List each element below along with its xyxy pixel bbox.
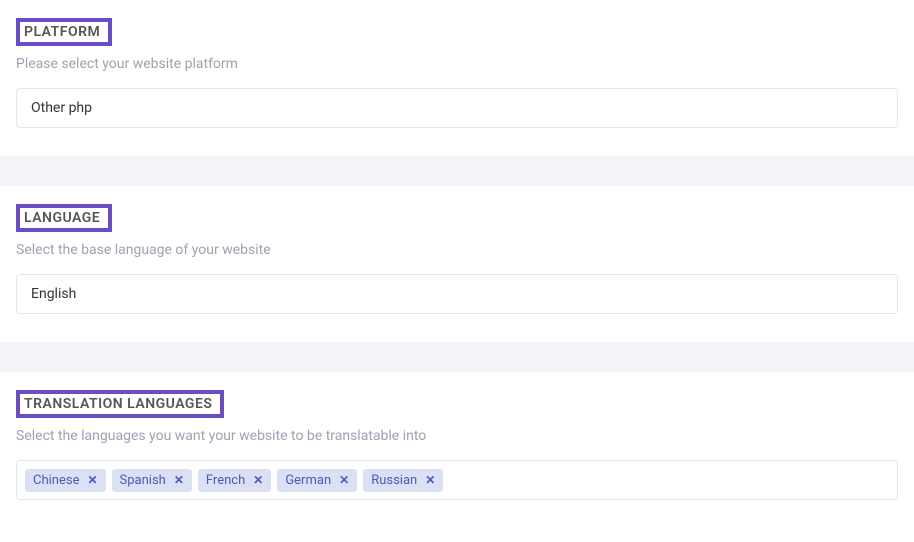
language-tag[interactable]: Russian ✕ <box>363 469 443 492</box>
language-tag-label: Russian <box>371 473 417 488</box>
language-tag-label: Chinese <box>33 473 79 488</box>
language-tag[interactable]: Chinese ✕ <box>25 469 106 492</box>
language-section: LANGUAGE Select the base language of you… <box>0 186 914 342</box>
translation-tag-input[interactable]: Chinese ✕ Spanish ✕ French ✕ German ✕ Russian ✕ <box>16 460 898 500</box>
language-select[interactable]: English <box>16 274 898 314</box>
translation-subheading: Select the languages you want your websi… <box>16 428 898 444</box>
platform-subheading: Please select your website platform <box>16 56 898 72</box>
close-icon[interactable]: ✕ <box>87 474 97 486</box>
translation-section: TRANSLATION LANGUAGES Select the languag… <box>0 372 914 528</box>
language-tag-label: French <box>206 473 245 488</box>
platform-select[interactable]: Other php <box>16 88 898 128</box>
platform-select-value: Other php <box>31 100 92 116</box>
close-icon[interactable]: ✕ <box>425 474 435 486</box>
close-icon[interactable]: ✕ <box>253 474 263 486</box>
close-icon[interactable]: ✕ <box>174 474 184 486</box>
language-tag[interactable]: Spanish ✕ <box>112 469 192 492</box>
language-tag[interactable]: German ✕ <box>277 469 357 492</box>
language-tag-label: Spanish <box>120 473 166 488</box>
translation-heading: TRANSLATION LANGUAGES <box>16 390 224 418</box>
language-tag[interactable]: French ✕ <box>198 469 271 492</box>
language-subheading: Select the base language of your website <box>16 242 898 258</box>
section-spacer <box>0 156 914 186</box>
platform-heading: PLATFORM <box>16 18 112 46</box>
close-icon[interactable]: ✕ <box>339 474 349 486</box>
language-tag-label: German <box>285 473 331 488</box>
language-heading: LANGUAGE <box>16 204 112 232</box>
language-select-value: English <box>31 286 76 302</box>
section-spacer <box>0 342 914 372</box>
platform-section: PLATFORM Please select your website plat… <box>0 0 914 156</box>
